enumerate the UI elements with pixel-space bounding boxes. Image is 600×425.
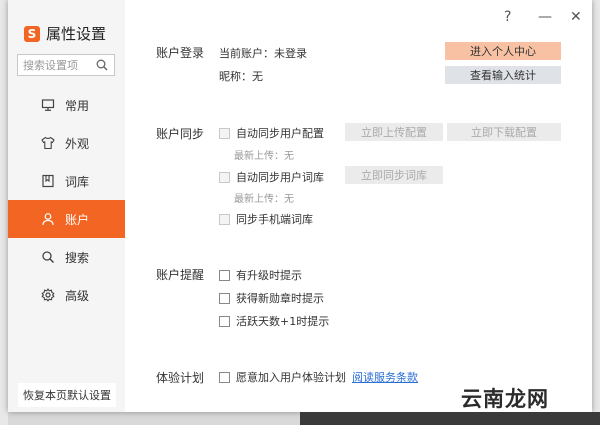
shirt-icon xyxy=(41,136,55,150)
watermark: 云南龙网 xyxy=(461,386,549,411)
sidebar-item-search[interactable]: 搜索 xyxy=(8,238,125,276)
sidebar-item-advanced[interactable]: 高级 xyxy=(8,276,125,314)
sidebar-item-label: 常用 xyxy=(65,98,90,113)
book-icon xyxy=(41,174,55,188)
section-account-login: 账户登录 xyxy=(156,46,205,60)
sidebar-item-label: 账户 xyxy=(65,212,90,227)
upgrade-reminder-checkbox[interactable] xyxy=(219,269,230,281)
auto-sync-dict-label: 自动同步用户词库 xyxy=(236,171,324,184)
sidebar-item-label: 外观 xyxy=(65,136,90,151)
sidebar-item-label: 搜索 xyxy=(65,250,90,265)
last-upload-config: 最新上传：无 xyxy=(234,151,294,162)
sync-mobile-dict-label: 同步手机端词库 xyxy=(236,213,313,226)
section-account-sync: 账户同步 xyxy=(156,127,205,141)
sidebar-item-label: 词库 xyxy=(65,174,90,189)
auto-sync-config-label: 自动同步用户配置 xyxy=(236,127,324,140)
section-experience-plan: 体验计划 xyxy=(156,371,205,385)
restore-defaults-button[interactable]: 恢复本页默认设置 xyxy=(18,383,116,407)
window-title: 属性设置 xyxy=(46,25,107,43)
app-header: S 属性设置 xyxy=(24,23,106,44)
taskbar-strip xyxy=(300,412,600,425)
badge-reminder-row: 获得新勋章时提示 xyxy=(219,290,324,306)
user-icon xyxy=(41,212,55,226)
upload-config-button[interactable]: 立即上传配置 xyxy=(345,123,443,141)
section-account-reminder: 账户提醒 xyxy=(156,268,205,282)
active-days-reminder-row: 活跃天数+1时提示 xyxy=(219,313,329,329)
terms-of-service-link[interactable]: 阅读服务条款 xyxy=(352,369,418,385)
search-icon xyxy=(41,250,55,264)
search-input[interactable] xyxy=(23,56,93,74)
last-upload-dict: 最新上传：无 xyxy=(234,194,294,205)
sidebar-nav: 常用 外观 词库 账户 搜索 高级 xyxy=(8,86,125,314)
sidebar-item-general[interactable]: 常用 xyxy=(8,86,125,124)
auto-sync-dict-row: 自动同步用户词库 xyxy=(219,169,324,185)
personal-center-button[interactable]: 进入个人中心 xyxy=(445,42,561,60)
background-right xyxy=(592,0,600,425)
auto-sync-dict-checkbox[interactable] xyxy=(219,171,230,183)
badge-reminder-checkbox[interactable] xyxy=(219,292,230,304)
sidebar: S 属性设置 常用 外观 xyxy=(8,0,125,412)
sidebar-item-dictionary[interactable]: 词库 xyxy=(8,162,125,200)
minimize-button[interactable]: — xyxy=(538,9,552,25)
auto-sync-config-row: 自动同步用户配置 xyxy=(219,125,324,141)
active-days-reminder-label: 活跃天数+1时提示 xyxy=(236,315,330,328)
download-config-button[interactable]: 立即下载配置 xyxy=(447,123,561,141)
upgrade-reminder-label: 有升级时提示 xyxy=(236,269,302,282)
sidebar-item-appearance[interactable]: 外观 xyxy=(8,124,125,162)
auto-sync-config-checkbox[interactable] xyxy=(219,127,230,139)
sogou-logo-icon: S xyxy=(24,25,40,42)
background-left xyxy=(0,0,8,425)
sidebar-item-account[interactable]: 账户 xyxy=(8,200,125,238)
sidebar-item-label: 高级 xyxy=(65,288,90,303)
close-button[interactable]: ✕ xyxy=(570,9,582,25)
view-input-stats-button[interactable]: 查看输入统计 xyxy=(445,66,561,84)
upgrade-reminder-row: 有升级时提示 xyxy=(219,267,302,283)
active-days-reminder-checkbox[interactable] xyxy=(219,315,230,327)
badge-reminder-label: 获得新勋章时提示 xyxy=(236,292,324,305)
experience-plan-checkbox[interactable] xyxy=(219,371,230,383)
sync-mobile-dict-row: 同步手机端词库 xyxy=(219,211,313,227)
sync-dict-button[interactable]: 立即同步词库 xyxy=(345,166,443,184)
current-account-label: 当前账户：未登录 xyxy=(219,47,307,60)
sync-mobile-dict-checkbox[interactable] xyxy=(219,213,230,225)
nickname-label: 昵称：无 xyxy=(219,70,263,83)
gear-icon xyxy=(41,288,55,302)
settings-window: S 属性设置 常用 外观 xyxy=(8,0,592,412)
monitor-icon xyxy=(41,98,55,112)
search-box[interactable] xyxy=(17,54,115,76)
help-icon[interactable]: ? xyxy=(504,9,511,25)
experience-plan-row: 愿意加入用户体验计划 阅读服务条款 xyxy=(219,369,418,385)
experience-plan-label: 愿意加入用户体验计划 xyxy=(236,371,346,384)
search-icon[interactable] xyxy=(96,59,108,74)
